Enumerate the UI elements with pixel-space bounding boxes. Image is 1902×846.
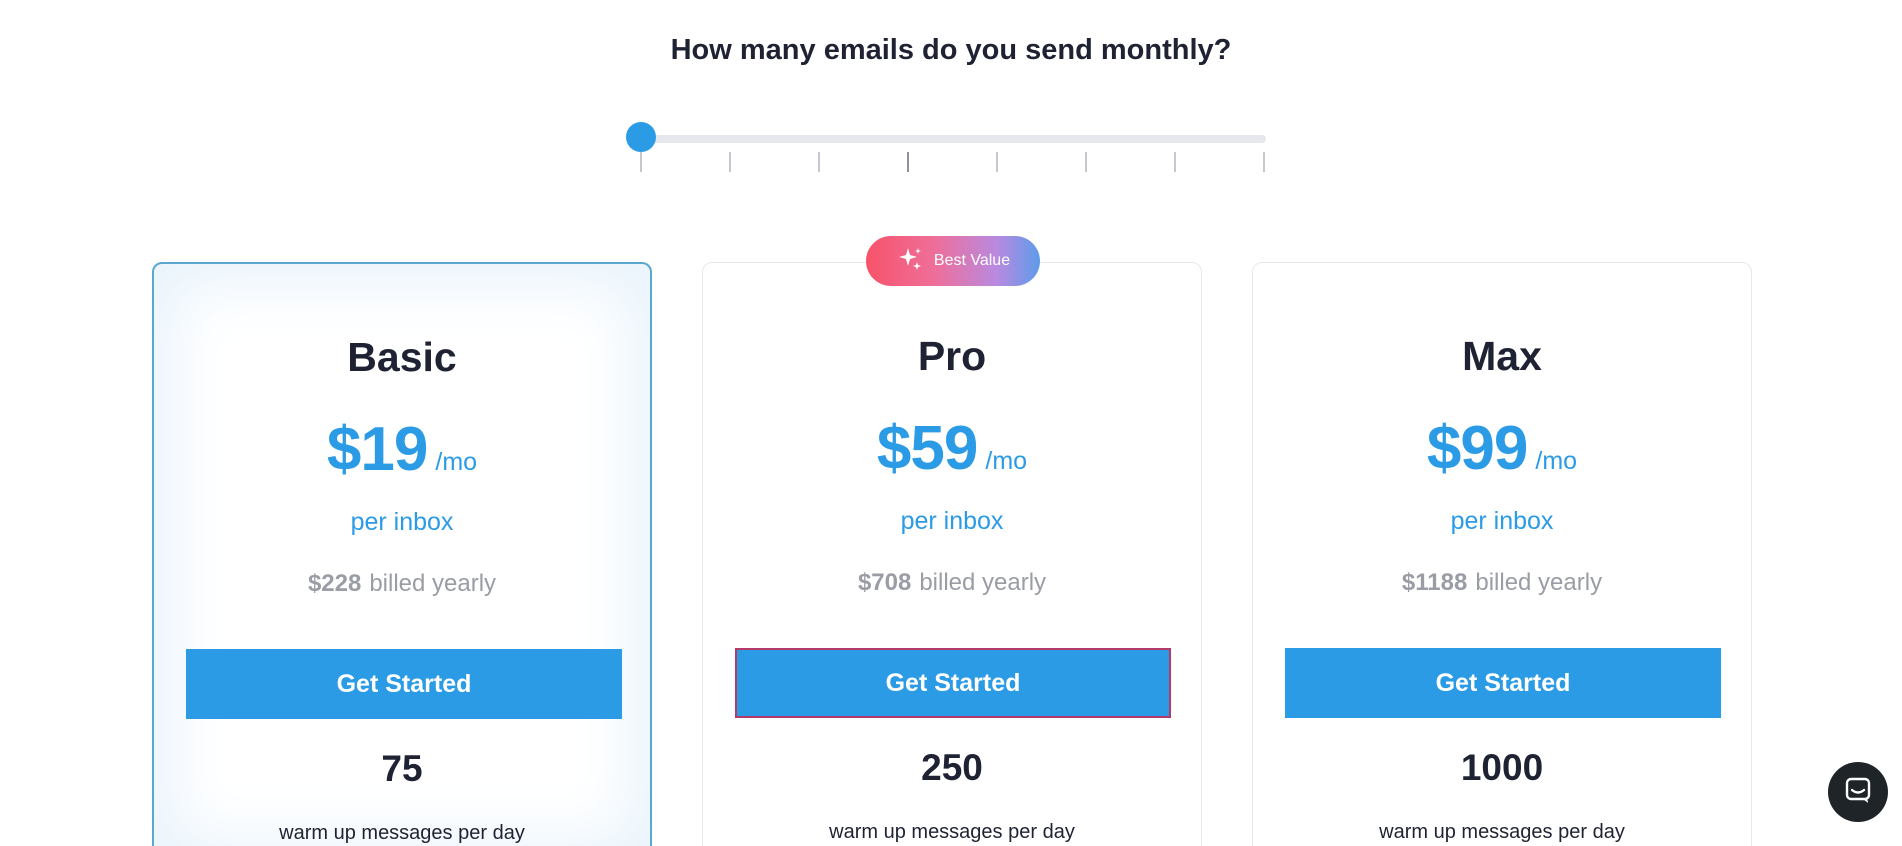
chat-launcher-button[interactable] [1828, 762, 1888, 822]
plan-name: Basic [347, 334, 457, 380]
plan-message-count: 1000 [1460, 747, 1544, 788]
plan-unit: per inbox [350, 508, 454, 536]
plan-yearly: $228 billed yearly [154, 570, 650, 598]
plan-name: Max [1462, 333, 1542, 379]
get-started-button-max[interactable]: Get Started [1285, 648, 1721, 718]
get-started-button-basic[interactable]: Get Started [186, 649, 622, 719]
plan-message-label: warm up messages per day [1379, 821, 1625, 843]
slider-track[interactable] [640, 135, 1266, 143]
plan-yearly: $708 billed yearly [703, 569, 1201, 597]
plan-period: /mo [1535, 447, 1578, 475]
plan-unit: per inbox [900, 507, 1004, 535]
plan-yearly: $1188 billed yearly [1253, 569, 1751, 597]
plan-message-label: warm up messages per day [829, 821, 1075, 843]
plan-card-pro[interactable]: Pro $59/mo per inbox $708 billed yearly G… [702, 262, 1202, 846]
plan-price-row: $59/mo [703, 413, 1201, 484]
plan-yearly-amount: $228 [307, 570, 362, 597]
slider-thumb[interactable] [626, 122, 656, 152]
plan-price-row: $99/mo [1253, 413, 1751, 484]
get-started-button-pro[interactable]: Get Started [735, 648, 1171, 718]
chat-icon [1844, 776, 1872, 809]
plan-period: /mo [435, 448, 478, 476]
plan-unit: per inbox [1450, 507, 1554, 535]
plan-card-basic[interactable]: Basic $19/mo per inbox $228 billed yearly… [152, 262, 652, 846]
plan-name: Pro [917, 333, 987, 379]
plan-price-row: $19/mo [154, 414, 650, 485]
slider-tick [1263, 152, 1265, 172]
best-value-label: Best Value [933, 252, 1011, 269]
slider-tick [1174, 152, 1176, 172]
slider-tick [729, 152, 731, 172]
plan-message-label: warm up messages per day [279, 822, 525, 844]
plan-yearly-amount: $1188 [1401, 569, 1468, 596]
best-value-badge: Best Value [866, 236, 1040, 286]
slider-tick [1085, 152, 1087, 172]
slider-tick [907, 152, 909, 172]
plan-yearly-label: billed yearly [369, 570, 497, 597]
plan-message-count: 75 [381, 748, 423, 789]
plan-card-max[interactable]: Max $99/mo per inbox $1188 billed yearly … [1252, 262, 1752, 846]
plan-period: /mo [985, 447, 1028, 475]
plan-yearly-label: billed yearly [919, 569, 1047, 596]
plan-message-count: 250 [921, 747, 983, 788]
slider-tick [996, 152, 998, 172]
slider-tick [640, 152, 642, 172]
slider-tick [818, 152, 820, 172]
plan-price: $59 [876, 414, 978, 483]
page-question: How many emails do you send monthly? [670, 34, 1232, 66]
plan-price: $99 [1426, 414, 1528, 483]
plan-price: $19 [326, 415, 428, 484]
plan-yearly-amount: $708 [857, 569, 912, 596]
sparkle-icon [896, 245, 924, 277]
email-volume-slider[interactable] [626, 118, 1266, 178]
plan-yearly-label: billed yearly [1475, 569, 1603, 596]
